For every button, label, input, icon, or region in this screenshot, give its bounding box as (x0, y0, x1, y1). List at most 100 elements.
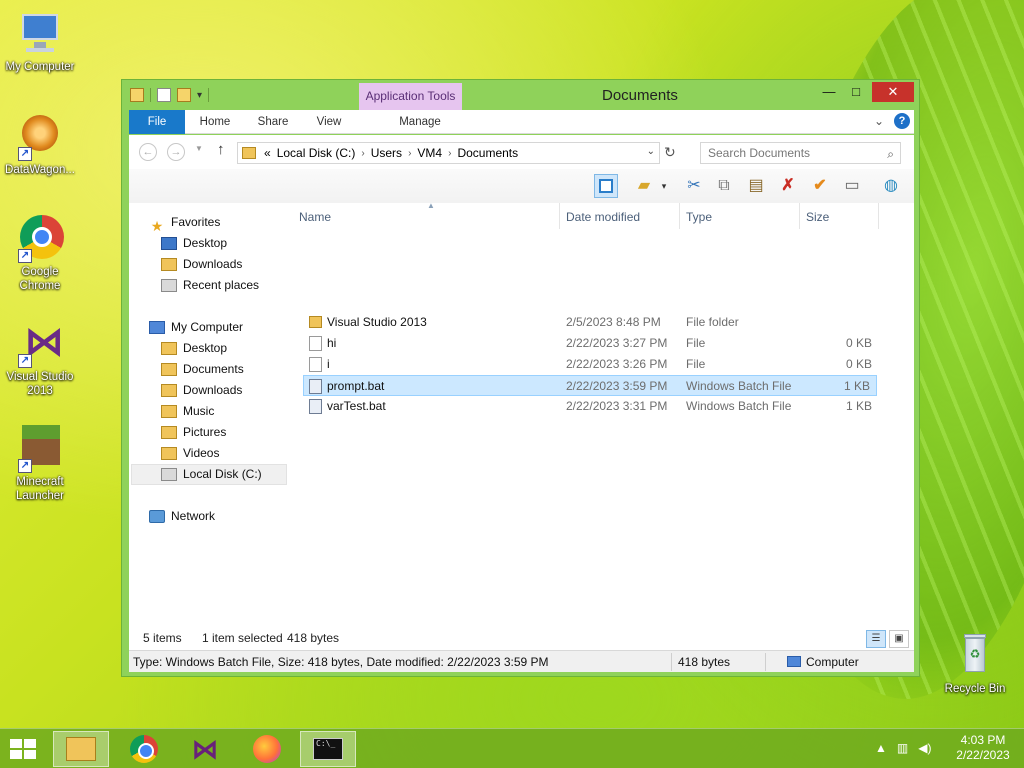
tab-file[interactable]: File (129, 110, 185, 134)
breadcrumb-documents[interactable]: Documents (457, 146, 518, 160)
desktop-icon-minecraft[interactable]: ↗ Minecraft Launcher (0, 425, 80, 503)
nav-label: Downloads (183, 257, 243, 271)
file-row-prompt-bat[interactable]: prompt.bat 2/22/2023 3:59 PM Windows Bat… (303, 375, 877, 396)
copy-icon[interactable]: ⧉ (712, 174, 736, 198)
file-type: File (686, 357, 706, 371)
taskbar-file-explorer[interactable] (53, 731, 109, 767)
tab-share[interactable]: Share (251, 110, 295, 134)
nav-computer-videos[interactable]: Videos (161, 443, 219, 464)
nav-my-computer[interactable]: My Computer (149, 317, 243, 338)
search-icon[interactable]: ⌕ (887, 144, 894, 164)
nav-computer-pictures[interactable]: Pictures (161, 422, 226, 443)
up-button[interactable]: ↑ (217, 141, 225, 158)
properties-quick-icon[interactable] (130, 88, 144, 102)
details-view-button[interactable]: ☰ (866, 630, 886, 648)
tab-home[interactable]: Home (193, 110, 237, 134)
clock[interactable]: 4:03 PM 2/22/2023 (948, 733, 1018, 763)
properties-icon[interactable]: ▭ (840, 174, 864, 198)
close-button[interactable]: ✕ (872, 82, 914, 102)
paste-icon[interactable]: ▤ (744, 174, 768, 198)
refresh-button[interactable]: ↻ (664, 144, 676, 161)
forward-button[interactable]: → (167, 143, 185, 161)
column-divider[interactable] (878, 203, 879, 229)
desktop-icon-label: Recycle Bin (944, 683, 1006, 695)
folder-options-dropdown-icon[interactable]: ▾ (659, 174, 669, 198)
taskbar-visual-studio[interactable]: ⋈ (177, 731, 233, 767)
folder-icon (161, 342, 177, 355)
taskbar-command-prompt[interactable]: C:\_ (300, 731, 356, 767)
column-divider[interactable] (799, 203, 800, 229)
command-prompt-icon: C:\_ (313, 738, 343, 760)
windows-logo-icon (10, 750, 22, 759)
address-bar[interactable]: « Local Disk (C:) › Users › VM4 › Docume… (237, 142, 660, 164)
nav-favorites-desktop[interactable]: Desktop (161, 233, 227, 254)
taskbar-firefox[interactable] (239, 731, 295, 767)
cut-icon[interactable]: ✂ (682, 174, 706, 198)
nav-computer-local-disk[interactable]: Local Disk (C:) (131, 464, 287, 485)
breadcrumb-users[interactable]: Users (371, 146, 402, 160)
maximize-button[interactable]: □ (846, 82, 866, 102)
large-icons-view-button[interactable]: ▣ (889, 630, 909, 648)
nav-favorites-downloads[interactable]: Downloads (161, 254, 242, 275)
nav-computer-downloads[interactable]: Downloads (161, 380, 242, 401)
ribbon-expand-icon[interactable]: ⌄ (874, 114, 884, 128)
folder-icon (309, 316, 322, 328)
column-divider[interactable] (559, 203, 560, 229)
delete-icon[interactable]: ✗ (776, 174, 800, 198)
breadcrumb-separator-icon[interactable]: › (448, 148, 451, 159)
network-status-icon[interactable]: ▥ (897, 741, 908, 755)
desktop-icon-datawagon[interactable]: ↗ DataWagon... (0, 113, 80, 177)
nav-computer-documents[interactable]: Documents (161, 359, 244, 380)
globe-icon[interactable]: ◍ (879, 174, 903, 198)
desktop-icon-chrome[interactable]: ↗ Google Chrome (0, 215, 80, 293)
desktop-icon-visual-studio[interactable]: ⋈ ↗ Visual Studio 2013 (0, 320, 80, 398)
show-hidden-icons-icon[interactable]: ▲ (875, 741, 887, 755)
column-header-size[interactable]: Size (806, 208, 829, 226)
breadcrumb-separator-icon[interactable]: › (408, 148, 411, 159)
tab-manage[interactable]: Manage (379, 110, 461, 134)
column-header-type[interactable]: Type (686, 208, 712, 226)
column-divider[interactable] (679, 203, 680, 229)
title-bar[interactable]: ▾ Application Tools Documents — □ ✕ (122, 80, 919, 110)
tab-view[interactable]: View (309, 110, 349, 134)
breadcrumb-vm4[interactable]: VM4 (417, 146, 442, 160)
volume-icon[interactable]: ◀) (918, 741, 931, 755)
status-details: Type: Windows Batch File, Size: 418 byte… (133, 655, 549, 669)
file-row-i[interactable]: i 2/22/2023 3:26 PM File 0 KB (305, 354, 880, 375)
layout-pane-icon[interactable] (594, 174, 618, 198)
item-count: 5 items (143, 631, 182, 645)
taskbar-chrome[interactable] (116, 731, 172, 767)
search-input[interactable]: Search Documents ⌕ (700, 142, 901, 164)
address-dropdown-icon[interactable]: ⌄ (647, 146, 655, 157)
network-icon (149, 510, 165, 523)
help-icon[interactable]: ? (894, 113, 910, 129)
desktop-icon-recycle-bin[interactable]: ♻ Recycle Bin (935, 632, 1015, 696)
column-header-date-modified[interactable]: Date modified (566, 208, 640, 226)
nav-network[interactable]: Network (149, 506, 215, 527)
start-button[interactable] (10, 739, 38, 761)
breadcrumb-overflow[interactable]: « (264, 146, 271, 160)
folder-check-icon[interactable]: ▰ (632, 174, 656, 198)
folder-icon (242, 147, 256, 159)
nav-computer-desktop[interactable]: Desktop (161, 338, 227, 359)
nav-favorites-recent-places[interactable]: Recent places (161, 275, 259, 296)
file-explorer-icon (66, 737, 96, 761)
new-folder-quick-icon[interactable] (177, 88, 191, 102)
breadcrumb-separator-icon[interactable]: › (361, 148, 364, 159)
back-button[interactable]: ← (139, 143, 157, 161)
nav-favorites[interactable]: ★ Favorites (149, 212, 221, 234)
qat-dropdown-icon[interactable]: ▾ (197, 90, 202, 101)
minimize-button[interactable]: — (819, 82, 839, 102)
column-header-name[interactable]: Name (299, 208, 331, 226)
application-tools-tab-group: Application Tools (359, 83, 462, 110)
checkmark-icon[interactable]: ✔ (808, 174, 832, 198)
file-row-hi[interactable]: hi 2/22/2023 3:27 PM File 0 KB (305, 333, 880, 354)
file-row-visual-studio-2013[interactable]: Visual Studio 2013 2/5/2023 8:48 PM File… (305, 312, 880, 333)
breadcrumb-local-disk[interactable]: Local Disk (C:) (277, 146, 356, 160)
file-row-vartest-bat[interactable]: varTest.bat 2/22/2023 3:31 PM Windows Ba… (305, 396, 880, 417)
recent-locations-dropdown-icon[interactable]: ▼ (195, 144, 203, 153)
new-document-icon[interactable] (157, 88, 171, 102)
desktop-icon-my-computer[interactable]: My Computer (0, 10, 80, 74)
nav-computer-music[interactable]: Music (161, 401, 214, 422)
status-location-label: Computer (806, 655, 859, 669)
